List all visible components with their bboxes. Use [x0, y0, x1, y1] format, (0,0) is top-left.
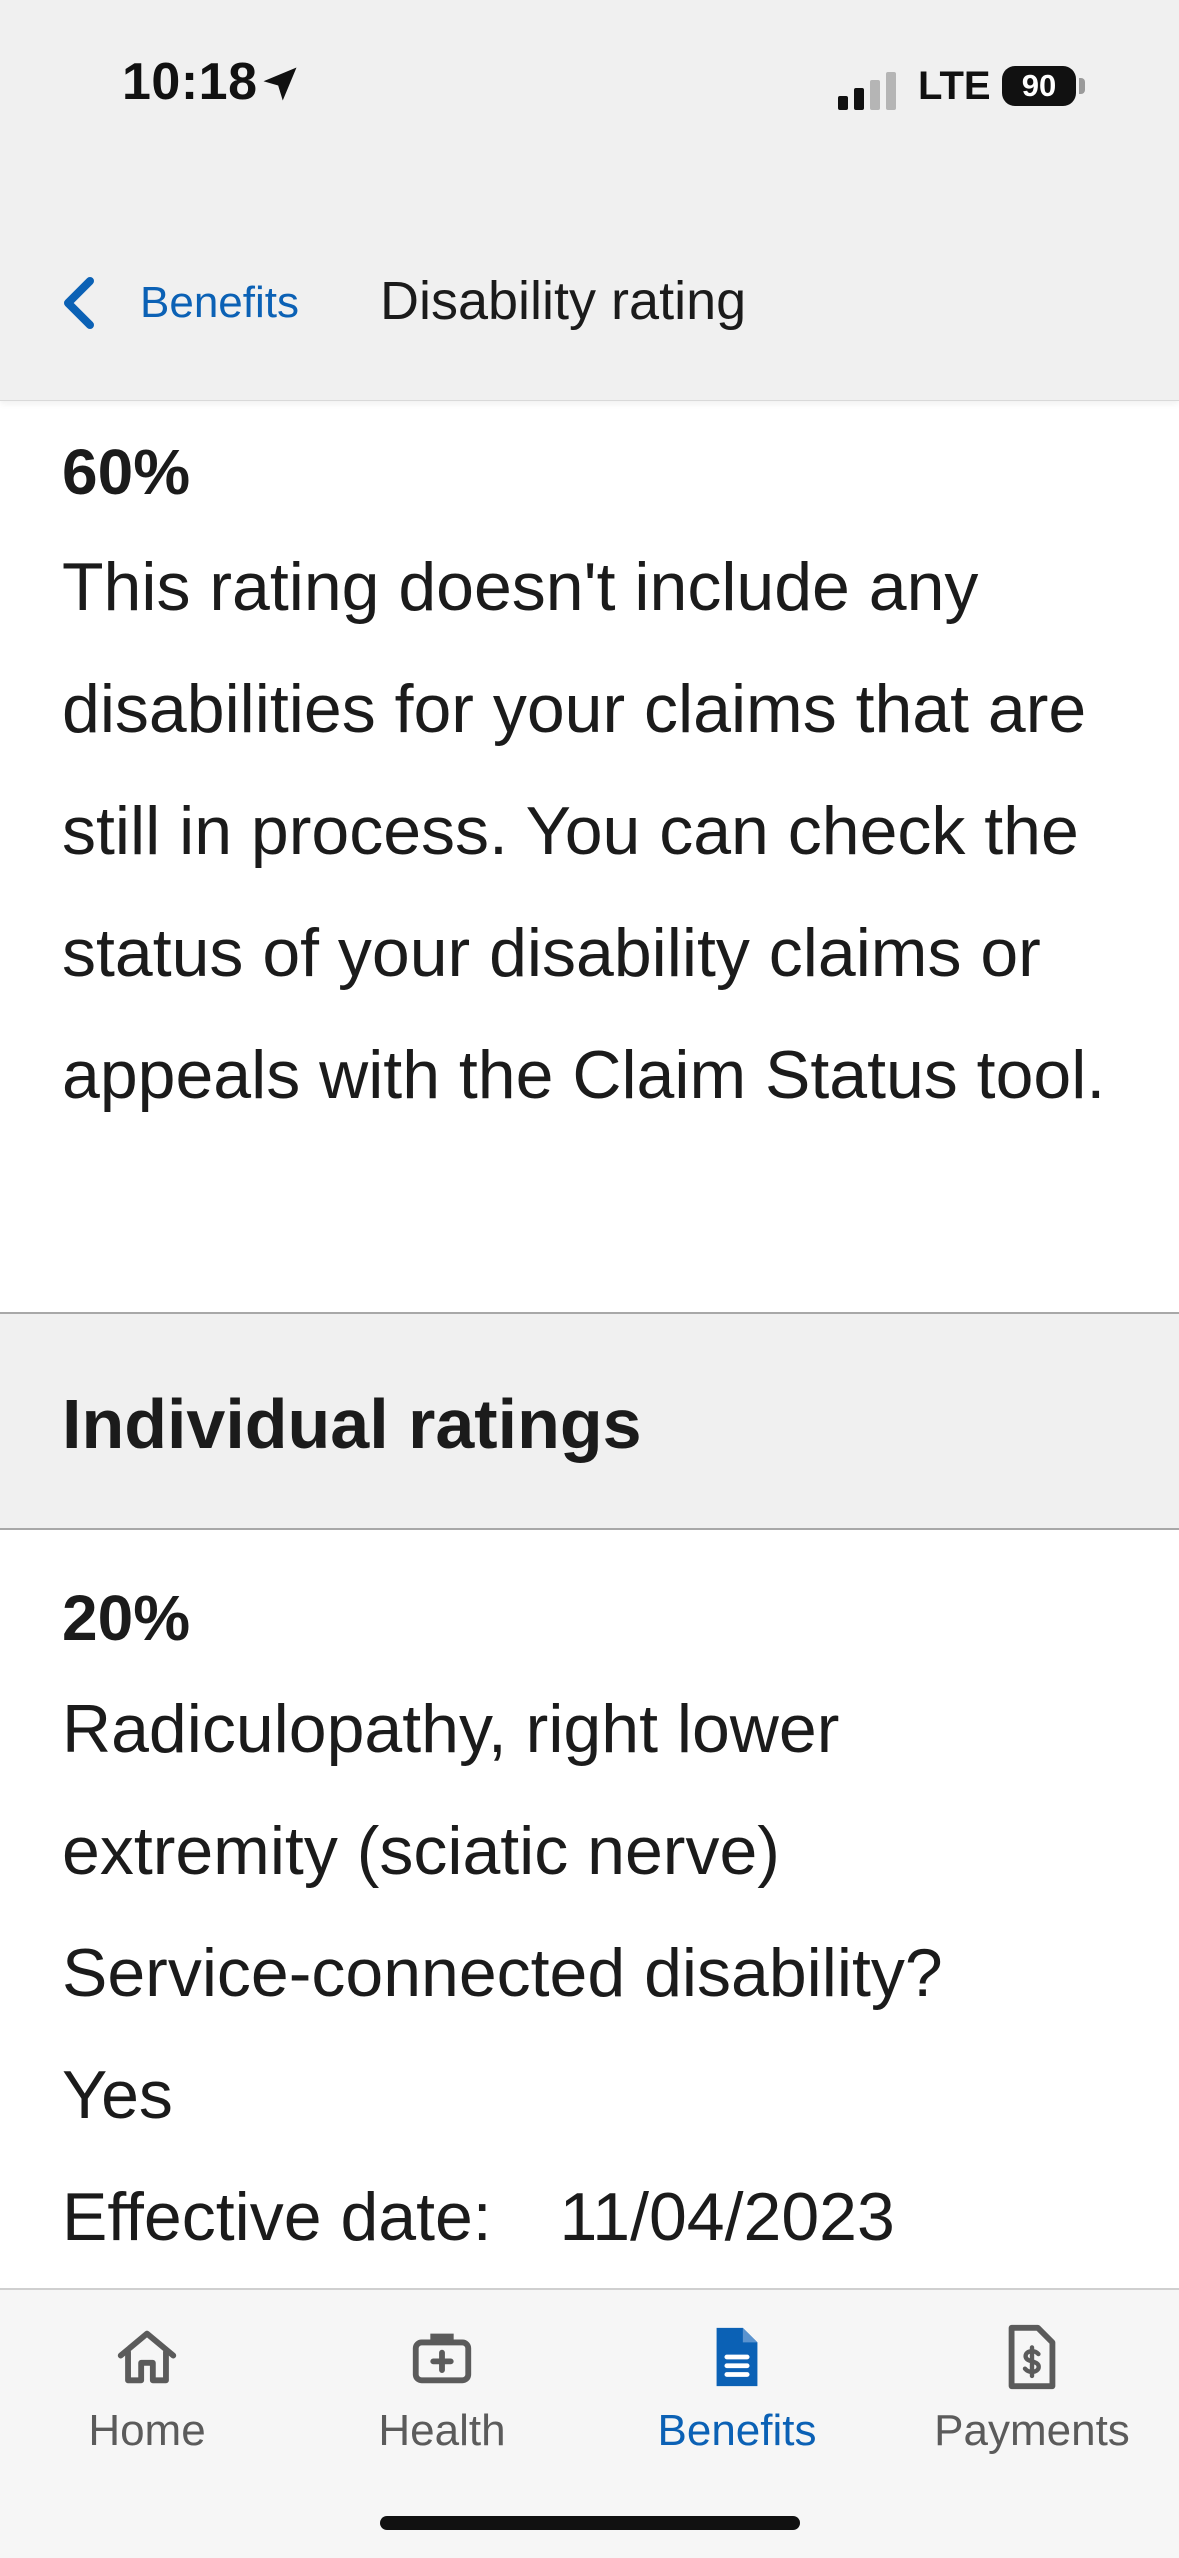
tab-benefits[interactable]: Benefits — [590, 2322, 884, 2456]
tab-payments-label: Payments — [934, 2406, 1130, 2455]
service-connected-label: Service-connected disability? — [62, 1935, 943, 2011]
cellular-signal-icon — [838, 72, 896, 110]
payment-document-icon — [1008, 2324, 1056, 2390]
effective-date-row: Effective date: 11/04/2023 — [62, 2156, 1117, 2278]
tab-payments[interactable]: Payments — [885, 2322, 1179, 2456]
service-connected-value: Yes — [62, 2057, 173, 2133]
network-type: LTE — [918, 64, 991, 108]
individual-ratings-list: 20% Radiculopathy, right lower extremity… — [0, 1530, 1179, 2278]
combined-rating-note: This rating doesn't include any disabili… — [62, 549, 1106, 1113]
tab-health[interactable]: Health — [295, 2322, 589, 2456]
back-button[interactable]: Benefits — [60, 268, 299, 338]
medical-kit-icon — [412, 2333, 472, 2384]
tab-health-label: Health — [378, 2406, 506, 2455]
individual-ratings-header: Individual ratings — [0, 1312, 1179, 1530]
battery-icon: 90 — [1002, 66, 1076, 106]
tab-home[interactable]: Home — [0, 2322, 294, 2456]
page-title: Disability rating — [380, 271, 747, 331]
status-time: 10:18 — [122, 53, 258, 111]
document-icon — [716, 2327, 758, 2387]
tab-benefits-label: Benefits — [657, 2406, 817, 2455]
battery-level: 90 — [1021, 68, 1057, 103]
rating-diagnosis: Radiculopathy, right lower extremity (sc… — [62, 1691, 840, 1889]
rating-percent: 20% — [62, 1582, 191, 1654]
list-item: 20% Radiculopathy, right lower extremity… — [0, 1530, 1179, 2278]
back-button-label: Benefits — [140, 278, 299, 327]
scroll-content[interactable]: 60% This rating doesn't include any disa… — [0, 400, 1179, 2288]
effective-date-label: Effective date: — [62, 2179, 492, 2255]
battery-cap — [1079, 78, 1085, 94]
section-title: Individual ratings — [62, 1385, 642, 1463]
combined-rating-percent: 60% — [62, 436, 191, 508]
effective-date-value: 11/04/2023 — [559, 2179, 895, 2255]
tab-home-label: Home — [88, 2406, 206, 2455]
combined-rating-section: 60% This rating doesn't include any disa… — [0, 400, 1179, 1136]
location-arrow-icon — [263, 67, 297, 101]
chevron-left-icon — [64, 277, 94, 329]
home-icon — [117, 2330, 177, 2384]
home-indicator[interactable] — [380, 2516, 800, 2530]
top-chrome: 10:18 LTE 90 Benefits Disability rating — [0, 0, 1179, 401]
